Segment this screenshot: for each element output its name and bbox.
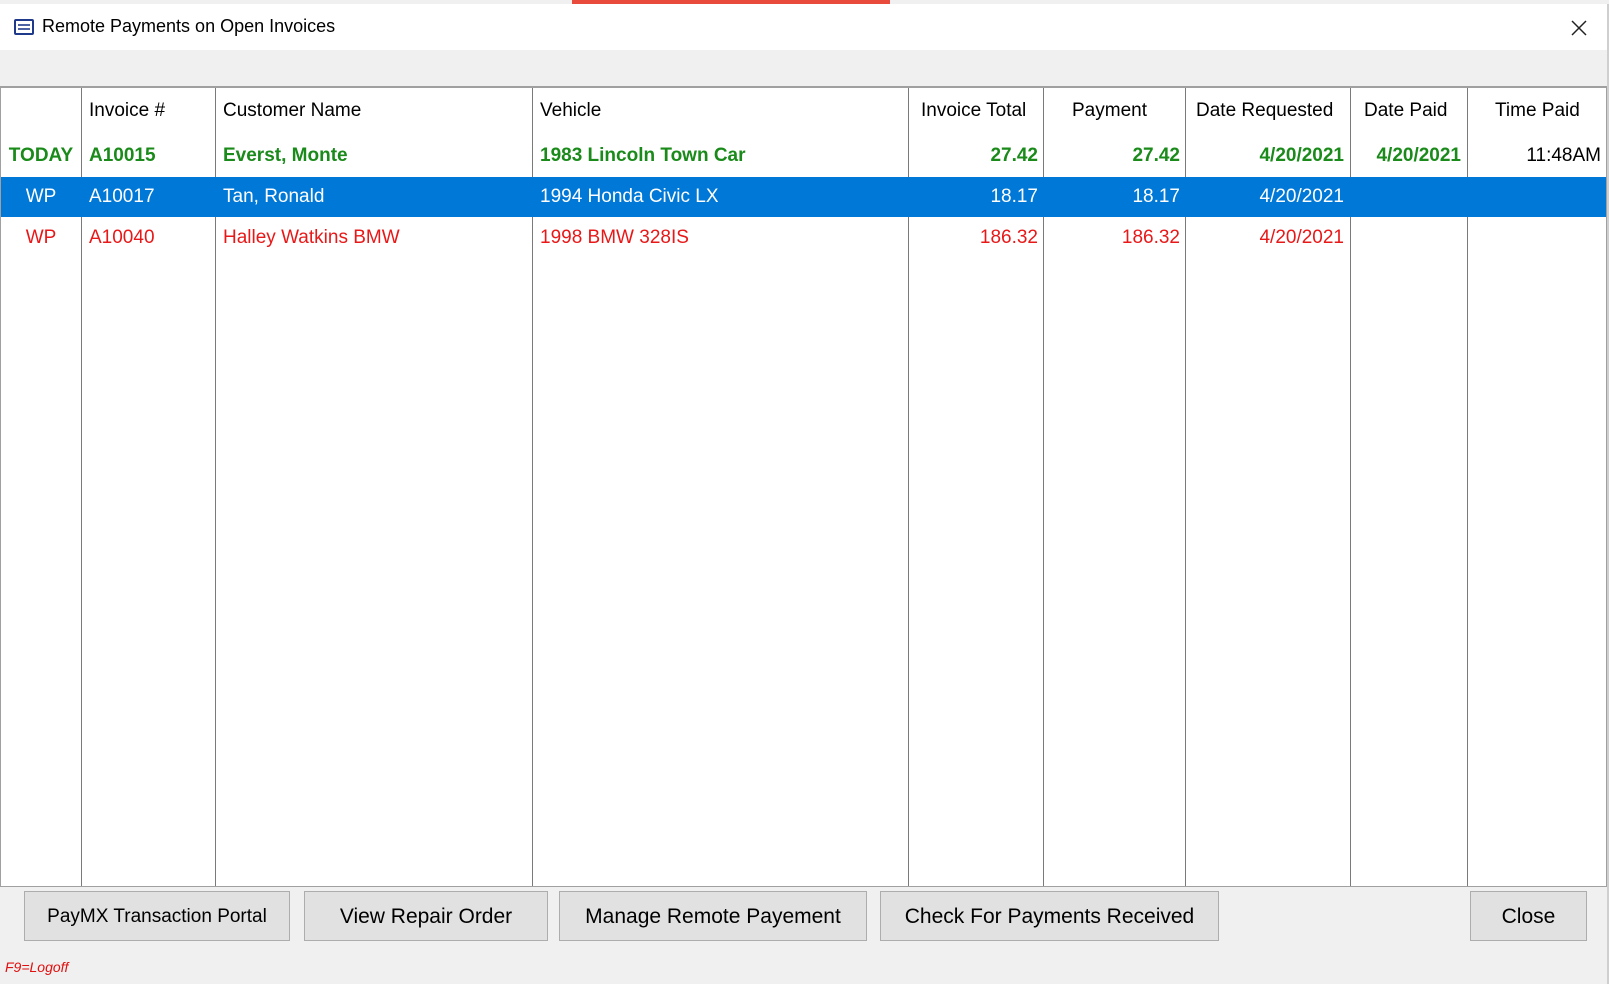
cell-invoice-total: 18.17 xyxy=(990,186,1038,207)
dialog-window: Remote Payments on Open Invoices Invoice… xyxy=(0,4,1609,984)
keyboard-hint: F9=Logoff xyxy=(5,959,69,975)
col-header-time-paid[interactable]: Time Paid xyxy=(1495,100,1580,122)
table-row[interactable]: TODAY A10015 Everst, Monte 1983 Lincoln … xyxy=(1,136,1606,176)
table-row-selected[interactable]: WP A10017 Tan, Ronald 1994 Honda Civic L… xyxy=(1,177,1606,217)
app-icon xyxy=(14,19,34,35)
cell-date-requested: 4/20/2021 xyxy=(1259,145,1344,166)
title-bar: Remote Payments on Open Invoices xyxy=(0,4,1607,50)
cell-vehicle: 1983 Lincoln Town Car xyxy=(540,145,746,166)
invoice-grid[interactable]: Invoice # Customer Name Vehicle Invoice … xyxy=(0,86,1607,887)
col-header-customer[interactable]: Customer Name xyxy=(223,100,361,122)
cell-customer: Tan, Ronald xyxy=(223,186,325,207)
col-header-payment[interactable]: Payment xyxy=(1072,100,1147,122)
col-header-date-requested[interactable]: Date Requested xyxy=(1196,100,1333,122)
cell-vehicle: 1998 BMW 328IS xyxy=(540,227,689,248)
col-header-invoice-total[interactable]: Invoice Total xyxy=(921,100,1026,122)
cell-vehicle: 1994 Honda Civic LX xyxy=(540,186,719,207)
cell-customer: Halley Watkins BMW xyxy=(223,227,400,248)
cell-time-paid xyxy=(1467,218,1601,258)
col-header-vehicle[interactable]: Vehicle xyxy=(540,100,601,122)
close-button[interactable]: Close xyxy=(1470,891,1587,941)
cell-time-paid: 11:48AM xyxy=(1526,145,1601,166)
check-payments-received-button[interactable]: Check For Payments Received xyxy=(880,891,1219,941)
cell-date-requested: 4/20/2021 xyxy=(1259,227,1344,248)
cell-invoice: A10017 xyxy=(89,186,155,207)
cell-time-paid xyxy=(1467,177,1601,217)
cell-invoice-total: 27.42 xyxy=(990,145,1038,166)
view-repair-order-button[interactable]: View Repair Order xyxy=(304,891,548,941)
cell-status: WP xyxy=(25,186,57,207)
col-header-invoice[interactable]: Invoice # xyxy=(89,100,165,122)
cell-invoice: A10040 xyxy=(89,227,155,248)
paymx-portal-button[interactable]: PayMX Transaction Portal xyxy=(24,891,290,941)
cell-status: TODAY xyxy=(8,145,74,166)
table-row[interactable]: WP A10040 Halley Watkins BMW 1998 BMW 32… xyxy=(1,218,1606,258)
cell-payment: 27.42 xyxy=(1132,145,1180,166)
cell-invoice: A10015 xyxy=(89,145,156,166)
cell-payment: 186.32 xyxy=(1121,227,1180,248)
close-icon[interactable] xyxy=(1565,14,1593,42)
cell-date-paid: 4/20/2021 xyxy=(1376,145,1461,166)
col-header-date-paid[interactable]: Date Paid xyxy=(1364,100,1447,122)
cell-customer: Everst, Monte xyxy=(223,145,348,166)
cell-date-requested: 4/20/2021 xyxy=(1259,186,1344,207)
cell-payment: 18.17 xyxy=(1132,186,1180,207)
cell-status: WP xyxy=(25,227,57,248)
window-title: Remote Payments on Open Invoices xyxy=(42,16,336,36)
cell-date-paid xyxy=(1350,177,1461,217)
manage-remote-payment-button[interactable]: Manage Remote Payement xyxy=(559,891,867,941)
cell-invoice-total: 186.32 xyxy=(979,227,1038,248)
cell-date-paid xyxy=(1350,218,1461,258)
